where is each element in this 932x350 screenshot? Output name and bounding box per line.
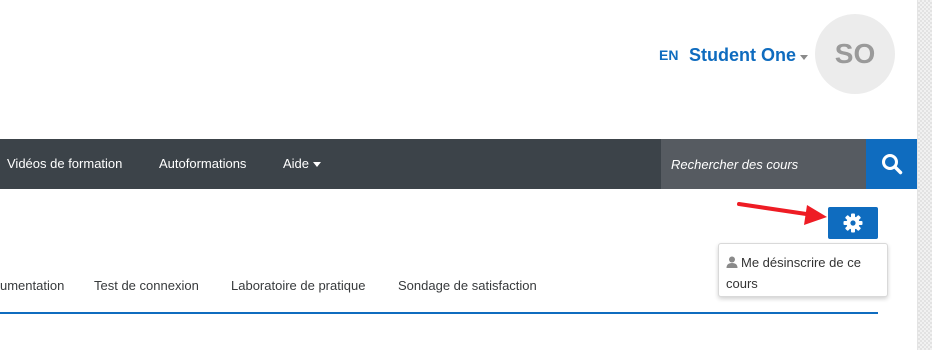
annotation-arrow (737, 202, 827, 225)
nav-item-autoformations[interactable]: Autoformations (159, 156, 246, 171)
language-switcher[interactable]: EN (659, 47, 678, 63)
unenrol-menu-item[interactable]: Me désinscrire de ce cours (726, 252, 884, 294)
nav-item-aide[interactable]: Aide (283, 156, 322, 171)
user-menu[interactable]: Student One (689, 45, 808, 66)
search-icon (881, 154, 902, 175)
course-search-input[interactable] (661, 139, 866, 189)
user-name[interactable]: Student One (689, 45, 796, 66)
search-button[interactable] (866, 139, 917, 189)
tab-documentation[interactable]: umentation (0, 278, 64, 293)
tabs-underline (0, 312, 878, 314)
tab-laboratoire[interactable]: Laboratoire de pratique (231, 278, 365, 293)
course-settings-button[interactable] (828, 207, 878, 239)
avatar-initials: SO (834, 38, 876, 69)
chevron-down-icon (800, 54, 808, 60)
course-settings-dropdown: Me désinscrire de ce cours (718, 243, 888, 297)
vertical-scrollbar[interactable] (917, 0, 932, 350)
main-navbar: Vidéos de formation Autoformations Aide (0, 139, 917, 189)
user-icon (726, 256, 738, 268)
tab-test-connexion[interactable]: Test de connexion (94, 278, 199, 293)
chevron-down-icon (313, 162, 322, 168)
nav-item-videos[interactable]: Vidéos de formation (7, 156, 122, 171)
gear-icon (843, 213, 863, 233)
tab-sondage[interactable]: Sondage de satisfaction (398, 278, 537, 293)
unenrol-menu-label: Me désinscrire de ce cours (726, 255, 861, 291)
avatar[interactable]: SO (815, 14, 895, 94)
nav-item-aide-label: Aide (283, 156, 310, 171)
